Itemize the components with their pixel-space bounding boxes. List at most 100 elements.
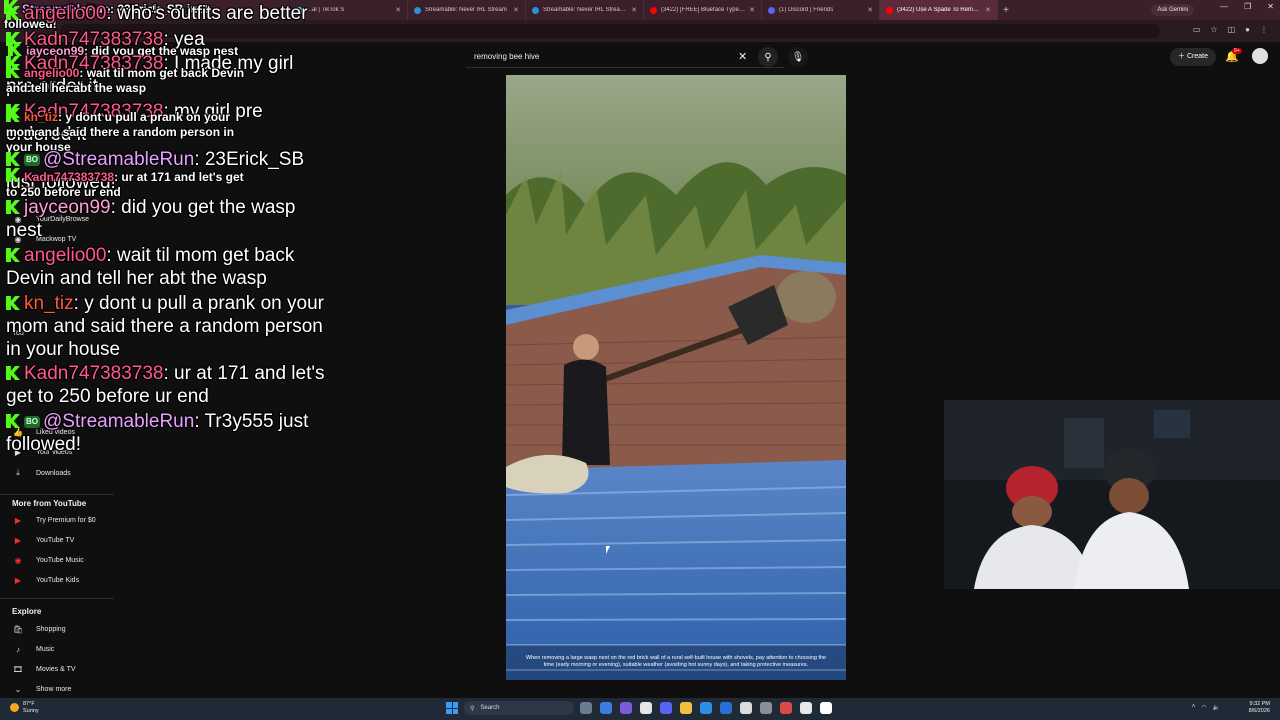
- search-button[interactable]: ⚲: [758, 47, 778, 67]
- account-avatar[interactable]: [1252, 48, 1268, 64]
- tab-title: (3422) [FREE] Blueface Type Be: [661, 7, 746, 13]
- sidebar-item[interactable]: ◉ YourDailyBrowse: [12, 215, 90, 224]
- sidebar-item-label: Movies & TV: [36, 666, 76, 673]
- taskbar-search-input[interactable]: ⚲ Search: [464, 701, 574, 715]
- sidebar-item-label: Mackwop TV: [36, 236, 77, 243]
- sidebar-item-label: YouTube TV: [36, 537, 75, 544]
- teams-icon[interactable]: [620, 702, 632, 714]
- browser-tab[interactable]: (1) Discord | Friends ✕: [762, 0, 880, 20]
- sidebar-item[interactable]: ♪ Music: [12, 645, 54, 654]
- settings-icon[interactable]: [760, 702, 772, 714]
- browser-tab-bar: ...al | TikTok S ✕ Streamable: Never IRL S…: [0, 0, 1280, 20]
- tab-close-icon[interactable]: ✕: [867, 6, 873, 14]
- address-bar[interactable]: [60, 24, 1160, 38]
- new-tab-button[interactable]: +: [998, 5, 1014, 16]
- extensions-icon[interactable]: ◫: [1228, 25, 1236, 34]
- windows-start-icon[interactable]: [446, 702, 458, 714]
- ask-gemini-button[interactable]: Ask Gemini: [1151, 4, 1194, 16]
- youtube-kids-icon: ▶: [14, 576, 22, 585]
- sidebar-item-label: Liked videos: [36, 429, 75, 436]
- tab-favicon-icon: [768, 6, 775, 14]
- sidebar-item[interactable]: ⤓ Downloads: [12, 468, 70, 478]
- youtube-music-icon: ◉: [14, 556, 22, 565]
- search-icon: ⚲: [764, 51, 772, 63]
- sidebar-item[interactable]: ◉ Mackwop TV: [12, 235, 77, 244]
- chat-text: : 23Erick_SB: [194, 149, 305, 170]
- copilot-icon[interactable]: [600, 702, 612, 714]
- wifi-icon[interactable]: ◠: [1201, 704, 1206, 711]
- create-button[interactable]: ＋ Create: [1170, 48, 1216, 66]
- sidebar-item[interactable]: ⌄ Show more: [12, 685, 72, 694]
- youtube-sidebar: You ◉ YourDailyBrowse ◉ Mackwop TV 👍 Liked vi…: [0, 42, 118, 698]
- store-icon[interactable]: [720, 702, 732, 714]
- taskbar-apps: [580, 702, 832, 714]
- sidebar-item-label: Music: [36, 646, 55, 653]
- download-icon: ⤓: [16, 468, 20, 477]
- shorts-video-player[interactable]: [506, 75, 846, 680]
- sidebar-item[interactable]: 👍 Liked videos: [12, 428, 75, 437]
- menu-dots-icon[interactable]: ⋮: [1260, 25, 1268, 34]
- browser-tab[interactable]: (3422) [FREE] Blueface Type Be ✕: [644, 0, 762, 20]
- tab-title: Streamable: Never IRL Stream V: [543, 7, 628, 13]
- tab-close-icon[interactable]: ✕: [985, 6, 991, 14]
- sidebar-item[interactable]: ◉ YouTube Music: [12, 556, 84, 565]
- taskbar-search-label: Search: [480, 705, 500, 711]
- minimize-icon[interactable]: —: [1220, 2, 1228, 11]
- tab-close-icon[interactable]: ✕: [631, 6, 637, 14]
- music-note-icon: ♪: [16, 645, 20, 654]
- app-icon-red[interactable]: [780, 702, 792, 714]
- sidebar-item-label: Try Premium for $0: [36, 517, 96, 524]
- discord-icon[interactable]: [660, 702, 672, 714]
- browser-tab[interactable]: ...al | TikTok S ✕: [290, 0, 408, 20]
- sidebar-item[interactable]: ▶ Your videos: [12, 448, 72, 457]
- tab-close-icon[interactable]: ✕: [749, 6, 755, 14]
- toolbar-icons: ▭ ☆ ◫ ● ⋮: [1193, 25, 1268, 34]
- sidebar-item-label: Shopping: [36, 626, 66, 633]
- thumbs-up-icon: 👍: [13, 428, 23, 437]
- film-icon: 🎞: [12, 665, 24, 674]
- sidebar-item[interactable]: ▶ YouTube TV: [12, 536, 74, 545]
- taskbar-clock[interactable]: 9:32 PM 8/6/2026: [1249, 701, 1270, 715]
- tab-favicon-icon: [414, 6, 421, 14]
- clear-search-icon[interactable]: ✕: [738, 50, 747, 63]
- maximize-icon[interactable]: ❐: [1244, 2, 1251, 11]
- close-icon[interactable]: ✕: [1267, 2, 1274, 11]
- chrome-icon-3[interactable]: [800, 702, 812, 714]
- microphone-icon: 🎙: [791, 51, 805, 63]
- weather-widget[interactable]: 87°F Sunny: [10, 701, 39, 714]
- sidebar-you-heading[interactable]: You: [12, 330, 24, 337]
- tab-close-icon[interactable]: ✕: [395, 6, 401, 14]
- notepad-icon[interactable]: [820, 702, 832, 714]
- sidebar-item[interactable]: 🎞 Movies & TV: [12, 665, 76, 674]
- volume-icon[interactable]: 🔈: [1213, 704, 1220, 711]
- sidebar-item[interactable]: ▶ Try Premium for $0: [12, 516, 96, 525]
- browser-tab[interactable]: Streamable: Never IRL Stream ✕: [408, 0, 526, 20]
- chat-text: : did you get the wasp: [110, 197, 296, 218]
- video-frame: [506, 75, 846, 680]
- app-icon[interactable]: [580, 702, 592, 714]
- tab-favicon-icon: [886, 6, 893, 14]
- search-icon: ⚲: [470, 705, 475, 712]
- voice-search-button[interactable]: 🎙: [788, 47, 808, 67]
- sidebar-item-label: Your videos: [36, 449, 73, 456]
- avatar-icon: ◉: [14, 235, 22, 244]
- worker-body: [562, 359, 610, 465]
- cast-icon[interactable]: ▭: [1193, 25, 1201, 34]
- notification-count-badge: 9+: [1232, 48, 1242, 54]
- chrome-icon-2[interactable]: [740, 702, 752, 714]
- chevron-up-icon[interactable]: ˄: [1192, 704, 1196, 711]
- tab-title: Streamable: Never IRL Stream: [425, 7, 507, 13]
- profile-icon[interactable]: ●: [1245, 25, 1250, 34]
- sidebar-item[interactable]: 🛍 Shopping: [12, 625, 66, 634]
- chrome-icon[interactable]: [640, 702, 652, 714]
- browser-tab[interactable]: (3422) Use A Spade To Remove ✕: [880, 0, 998, 20]
- file-explorer-icon[interactable]: [680, 702, 692, 714]
- chat-text: : Tr3y555 just: [194, 411, 309, 432]
- edge-icon[interactable]: [700, 702, 712, 714]
- sidebar-item[interactable]: ▶ YouTube Kids: [12, 576, 79, 585]
- chat-text: : ur at 171 and let's: [163, 363, 325, 384]
- browser-tab[interactable]: Streamable: Never IRL Stream V ✕: [526, 0, 644, 20]
- tab-close-icon[interactable]: ✕: [513, 6, 519, 14]
- search-input[interactable]: removing bee hive: [466, 46, 784, 68]
- bookmark-star-icon[interactable]: ☆: [1210, 25, 1217, 34]
